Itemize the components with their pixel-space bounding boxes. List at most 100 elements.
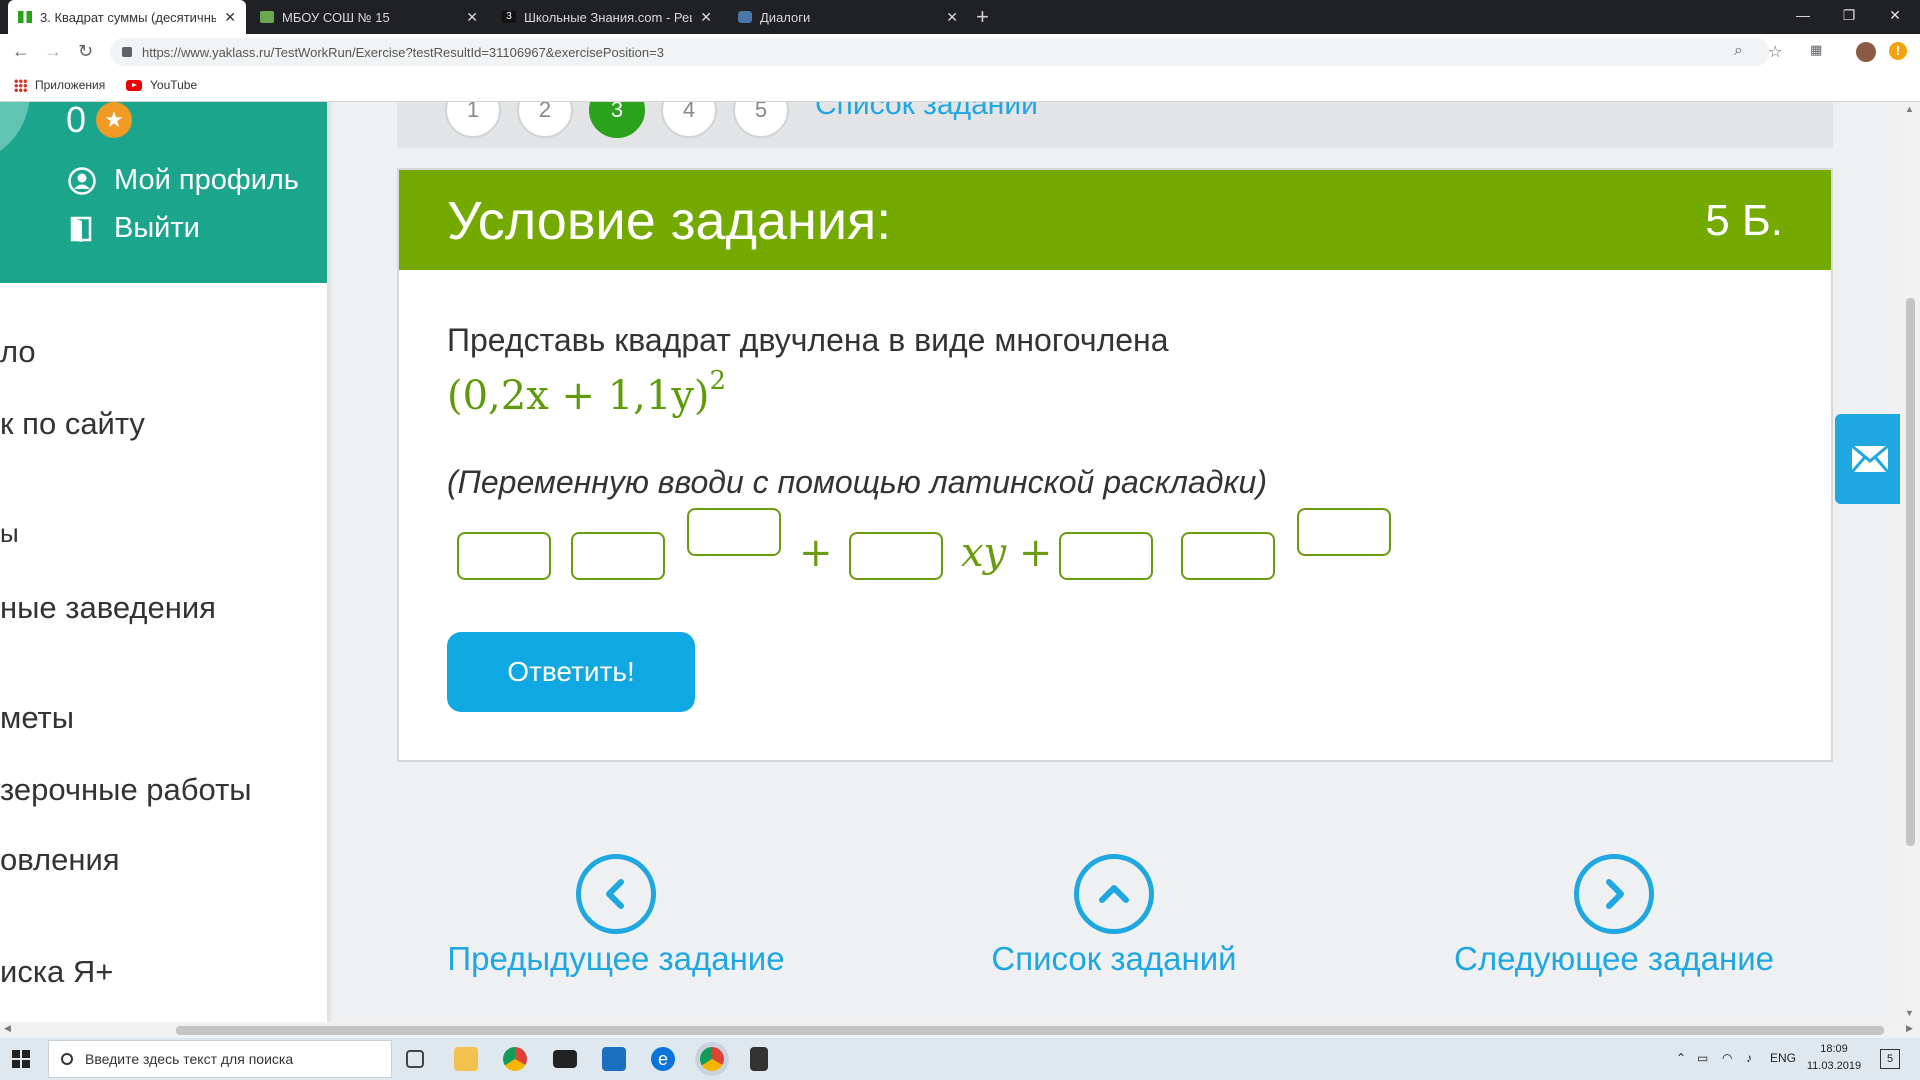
browser-toolbar: ← → ↻ https://www.yaklass.ru/TestWorkRun…	[0, 34, 1920, 70]
sidebar-menu-item[interactable]: меты	[0, 700, 74, 736]
chevron-left-circle-icon[interactable]	[576, 854, 656, 934]
address-bar[interactable]: https://www.yaklass.ru/TestWorkRun/Exerc…	[110, 38, 1770, 66]
chrome-active-icon[interactable]	[700, 1047, 724, 1071]
tray-chevron-icon[interactable]: ⌃	[1676, 1051, 1686, 1065]
bookmark-youtube[interactable]: YouTube	[126, 78, 197, 92]
chevron-left-icon	[606, 879, 624, 909]
step-button-1[interactable]: 1	[445, 102, 501, 138]
answer-input-coef3[interactable]	[1059, 532, 1153, 580]
tab-school[interactable]: МБОУ СОШ № 15 ✕	[250, 0, 488, 34]
close-tab-icon[interactable]: ✕	[224, 9, 236, 26]
chevron-right-circle-icon[interactable]	[1574, 854, 1654, 934]
next-task-label[interactable]: Следующее задание	[1404, 940, 1824, 978]
star-icon: ★	[96, 102, 132, 138]
restore-icon[interactable]: ❐	[1826, 0, 1872, 30]
update-warning-icon[interactable]: !	[1889, 42, 1907, 60]
feedback-mail-button[interactable]	[1835, 414, 1905, 504]
answer-input-exp1[interactable]	[687, 508, 781, 556]
youtube-icon	[126, 79, 142, 91]
sidebar-menu-item[interactable]: овления	[0, 842, 120, 878]
wifi-icon[interactable]: ◠	[1722, 1051, 1732, 1065]
submit-answer-button[interactable]: Ответить!	[447, 632, 695, 712]
exercise-step-bar: 1 2 3 4 5 Список заданий	[397, 102, 1833, 148]
mail-icon	[1851, 445, 1889, 473]
close-tab-icon[interactable]: ✕	[466, 9, 478, 26]
horizontal-scrollbar[interactable]: ◀ ▶	[0, 1022, 1920, 1038]
sidebar-menu-item[interactable]: зерочные работы	[0, 772, 252, 808]
task-list-label[interactable]: Список заданий	[904, 940, 1324, 978]
tab-active[interactable]: 3. Квадрат суммы (десятичные ... ✕	[8, 0, 246, 34]
bookmark-apps[interactable]: Приложения	[14, 78, 105, 92]
plus-operator: +	[1018, 530, 1053, 576]
sidebar-menu-item[interactable]: ы	[0, 518, 19, 549]
sidebar-menu-item[interactable]: ные заведения	[0, 590, 216, 626]
extension-icon[interactable]: ▦	[1810, 42, 1822, 58]
close-window-icon[interactable]: ✕	[1872, 0, 1918, 30]
task-view-icon[interactable]	[406, 1050, 424, 1068]
clock-date: 11.03.2019	[1806, 1060, 1862, 1072]
vertical-scrollbar[interactable]: ▲ ▼	[1900, 102, 1920, 1022]
bookmarks-bar: Приложения YouTube	[0, 70, 1920, 102]
chrome-icon[interactable]	[503, 1047, 527, 1071]
tab-title: Диалоги	[760, 9, 811, 25]
task-list-nav[interactable]: Список заданий	[904, 854, 1324, 978]
windows-start-icon[interactable]	[12, 1050, 30, 1068]
my-profile-link[interactable]: Мой профиль	[68, 164, 299, 197]
new-tab-icon[interactable]: +	[976, 4, 989, 30]
volume-icon[interactable]: ♪	[1746, 1051, 1752, 1065]
taskbar-search-box[interactable]: Введите здесь текст для поиска	[48, 1040, 392, 1078]
taskbar-clock[interactable]: 18:09 11.03.2019	[1806, 1041, 1862, 1075]
scroll-left-icon[interactable]: ◀	[4, 1023, 11, 1034]
tab-znania[interactable]: 3 Школьные Знания.com - Решае... ✕	[492, 0, 722, 34]
scroll-down-icon[interactable]: ▼	[1905, 1008, 1914, 1018]
sidebar-menu-item[interactable]: к по сайту	[0, 406, 145, 442]
formula-base: (0,2x + 1,1y)	[447, 373, 710, 419]
notifications-icon[interactable]: 5	[1880, 1049, 1900, 1069]
tab-dialogs[interactable]: Диалоги ✕	[728, 0, 968, 34]
logout-link[interactable]: Выйти	[68, 212, 200, 245]
sidebar-menu-item[interactable]: иска Я+	[0, 954, 113, 990]
answer-input-exp3[interactable]	[1297, 508, 1391, 556]
step-button-3[interactable]: 3	[589, 102, 645, 138]
close-tab-icon[interactable]: ✕	[700, 9, 712, 26]
windows-taskbar: Введите здесь текст для поиска e ⌃ ▭ ◠ ♪…	[0, 1038, 1920, 1080]
horizontal-scroll-thumb[interactable]	[176, 1026, 1884, 1035]
app-window-icon[interactable]	[602, 1047, 626, 1071]
file-explorer-icon[interactable]	[454, 1047, 478, 1071]
chevron-up-circle-icon[interactable]	[1074, 854, 1154, 934]
scroll-right-icon[interactable]: ▶	[1906, 1023, 1913, 1034]
calculator-icon[interactable]	[750, 1047, 768, 1071]
mail-app-icon[interactable]	[553, 1050, 577, 1068]
task-list-link-top[interactable]: Список заданий	[815, 102, 1038, 122]
next-task-nav[interactable]: Следующее задание	[1404, 854, 1824, 978]
tab-title: МБОУ СОШ № 15	[282, 9, 390, 25]
answer-input-coef1[interactable]	[457, 532, 551, 580]
language-indicator[interactable]: ENG	[1770, 1051, 1796, 1065]
back-icon[interactable]: ←	[12, 41, 30, 62]
search-icon	[61, 1053, 73, 1065]
step-button-5[interactable]: 5	[733, 102, 789, 138]
profile-avatar[interactable]	[1856, 42, 1876, 62]
step-button-2[interactable]: 2	[517, 102, 573, 138]
user-icon	[68, 166, 96, 195]
battery-icon[interactable]: ▭	[1697, 1051, 1708, 1065]
xy-term: xy	[961, 530, 1007, 576]
edge-icon[interactable]: e	[651, 1047, 675, 1071]
scroll-up-icon[interactable]: ▲	[1905, 104, 1914, 114]
sidebar-menu-item[interactable]: ло	[0, 334, 36, 370]
close-tab-icon[interactable]: ✕	[946, 9, 958, 26]
answer-input-var3[interactable]	[1181, 532, 1275, 580]
clock-time: 18:09	[1820, 1043, 1848, 1055]
zoom-icon[interactable]: ⌕	[1734, 42, 1743, 60]
sidebar: 0 ★ Мой профиль Выйти ло к по сайту ы ны…	[0, 102, 327, 1022]
reload-icon[interactable]: ↻	[78, 41, 93, 62]
prev-task-nav[interactable]: Предыдущее задание	[406, 854, 826, 978]
bookmark-star-icon[interactable]: ☆	[1768, 42, 1782, 62]
answer-input-coef2[interactable]	[849, 532, 943, 580]
minimize-icon[interactable]: —	[1780, 0, 1826, 30]
step-button-4[interactable]: 4	[661, 102, 717, 138]
answer-input-var1[interactable]	[571, 532, 665, 580]
vertical-scroll-thumb[interactable]	[1906, 298, 1915, 846]
prev-task-label[interactable]: Предыдущее задание	[406, 940, 826, 978]
forward-icon[interactable]: →	[44, 41, 62, 62]
